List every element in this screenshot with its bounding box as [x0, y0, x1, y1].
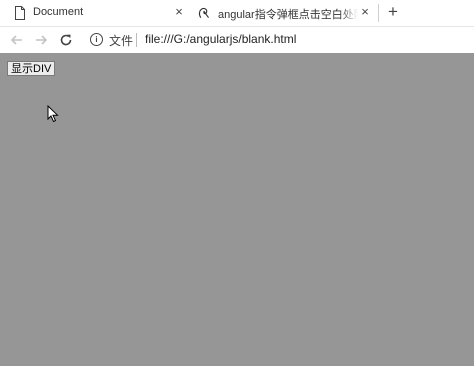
browser-window: Document × angular指令弹框点击空白处隐藏 × + [0, 0, 474, 366]
show-div-button[interactable]: 显示DIV [7, 61, 56, 76]
back-button[interactable] [8, 31, 26, 49]
tab-document[interactable]: Document × [0, 0, 192, 26]
arrow-right-icon [36, 35, 48, 45]
angular-logo-icon [198, 7, 209, 18]
tab-strip: Document × angular指令弹框点击空白处隐藏 × + [0, 0, 474, 27]
address-separator [136, 33, 137, 47]
close-tab-button[interactable]: × [358, 5, 372, 19]
reload-button[interactable] [57, 31, 75, 49]
toolbar: i 文件 file:///G:/angularjs/blank.html [0, 27, 474, 53]
tab-title: Document [33, 6, 84, 18]
tab-separator [378, 4, 379, 22]
reload-icon [60, 34, 72, 46]
document-icon [15, 6, 25, 20]
new-tab-button[interactable]: + [384, 3, 402, 21]
address-bar[interactable]: file:///G:/angularjs/blank.html [145, 32, 296, 46]
arrow-left-icon [10, 35, 22, 45]
mouse-cursor-icon [47, 105, 59, 123]
info-icon[interactable]: i [90, 33, 103, 46]
page-content: 显示DIV [0, 53, 474, 366]
forward-button[interactable] [32, 31, 50, 49]
tab-angular[interactable]: angular指令弹框点击空白处隐藏 × [192, 0, 378, 26]
tab-title: angular指令弹框点击空白处隐藏 [218, 9, 358, 21]
close-tab-button[interactable]: × [172, 5, 186, 19]
tab-title-fade [340, 0, 358, 26]
site-info-label[interactable]: 文件 [109, 32, 133, 49]
